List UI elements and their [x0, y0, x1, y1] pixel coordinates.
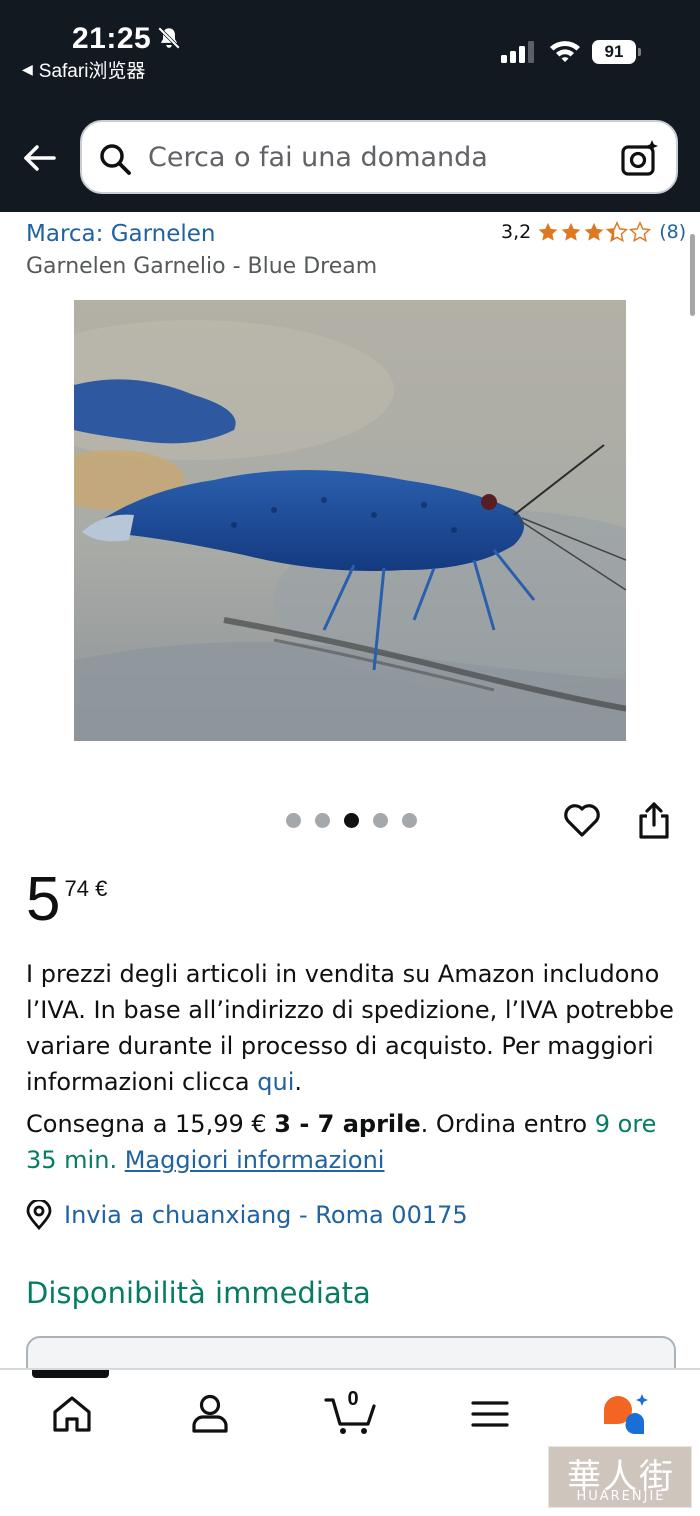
vat-notice: I prezzi degli articoli in vendita su Am…: [26, 956, 676, 1100]
delivery-more-link[interactable]: Maggiori informazioni: [125, 1146, 385, 1174]
vat-text: I prezzi degli articoli in vendita su Am…: [26, 960, 674, 1096]
image-carousel-dots[interactable]: [286, 813, 417, 828]
search-bar[interactable]: [80, 120, 678, 194]
home-icon[interactable]: [50, 1392, 94, 1436]
account-icon[interactable]: [188, 1392, 232, 1436]
search-icon[interactable]: [98, 142, 132, 176]
cart-count-badge: 0: [347, 1388, 359, 1410]
price-whole: 5: [26, 865, 61, 934]
star-full-icon: [561, 222, 581, 241]
ship-to-label: Invia a chuanxiang - Roma 00175: [64, 1201, 468, 1229]
carousel-dot-active[interactable]: [344, 813, 359, 828]
back-app-label: Safari浏览器: [38, 61, 146, 82]
delivery-prefix: Consegna a 15,99 €: [26, 1110, 275, 1138]
bell-muted-icon: [158, 27, 180, 49]
status-time: 21:25: [72, 22, 152, 55]
product-image[interactable]: [74, 300, 626, 741]
delivery-dates: 3 - 7 aprile: [274, 1110, 421, 1138]
watermark-logo: 華人街 HUARENJIE: [548, 1446, 692, 1508]
camera-search-icon[interactable]: [620, 138, 660, 178]
rating-summary[interactable]: 3,2 (8): [501, 221, 686, 243]
carousel-dot[interactable]: [402, 813, 417, 828]
battery-level: 91: [592, 40, 636, 64]
cellular-signal-icon: [501, 41, 534, 63]
back-to-app-link[interactable]: ◀ Safari浏览器: [22, 56, 145, 83]
rufus-assistant-icon[interactable]: [602, 1392, 652, 1436]
price-fraction: 74 €: [64, 876, 108, 901]
wifi-icon: [550, 41, 580, 62]
star-partial-icon: [606, 221, 629, 243]
delivery-info: Consegna a 15,99 € 3 - 7 aprile. Ordina …: [26, 1106, 676, 1178]
search-input[interactable]: [148, 122, 608, 192]
location-pin-icon: [26, 1200, 52, 1230]
rating-count-link[interactable]: (8): [659, 221, 686, 243]
delivery-sep: .: [109, 1146, 125, 1174]
wishlist-heart-icon[interactable]: [562, 800, 602, 840]
star-full-icon: [584, 222, 604, 241]
back-triangle-icon: ◀: [22, 61, 33, 77]
carousel-dot[interactable]: [286, 813, 301, 828]
brand-link[interactable]: Marca: Garnelen: [26, 221, 216, 247]
star-full-icon: [538, 222, 558, 241]
product-title: Garnelen Garnelio - Blue Dream: [26, 254, 378, 279]
availability-status: Disponibilità immediata: [26, 1276, 371, 1310]
watermark-en: HUARENJIE: [576, 1489, 666, 1504]
price: 5 74 €: [26, 864, 107, 936]
nav-active-indicator: [32, 1370, 109, 1378]
ship-to-link[interactable]: Invia a chuanxiang - Roma 00175: [26, 1200, 468, 1230]
vat-more-link[interactable]: qui: [257, 1068, 294, 1096]
share-icon[interactable]: [636, 800, 672, 840]
battery-nub: [638, 48, 641, 56]
star-rating: [537, 221, 652, 243]
carousel-dot[interactable]: [315, 813, 330, 828]
vat-end: .: [294, 1068, 303, 1096]
star-empty-icon: [629, 221, 652, 243]
scrollbar[interactable]: [690, 234, 695, 316]
delivery-order-by: . Ordina entro: [420, 1110, 595, 1138]
back-arrow-icon[interactable]: [22, 140, 58, 176]
menu-icon[interactable]: [468, 1392, 512, 1436]
rating-value: 3,2: [501, 221, 532, 243]
carousel-dot[interactable]: [373, 813, 388, 828]
battery-indicator: 91: [592, 40, 642, 64]
